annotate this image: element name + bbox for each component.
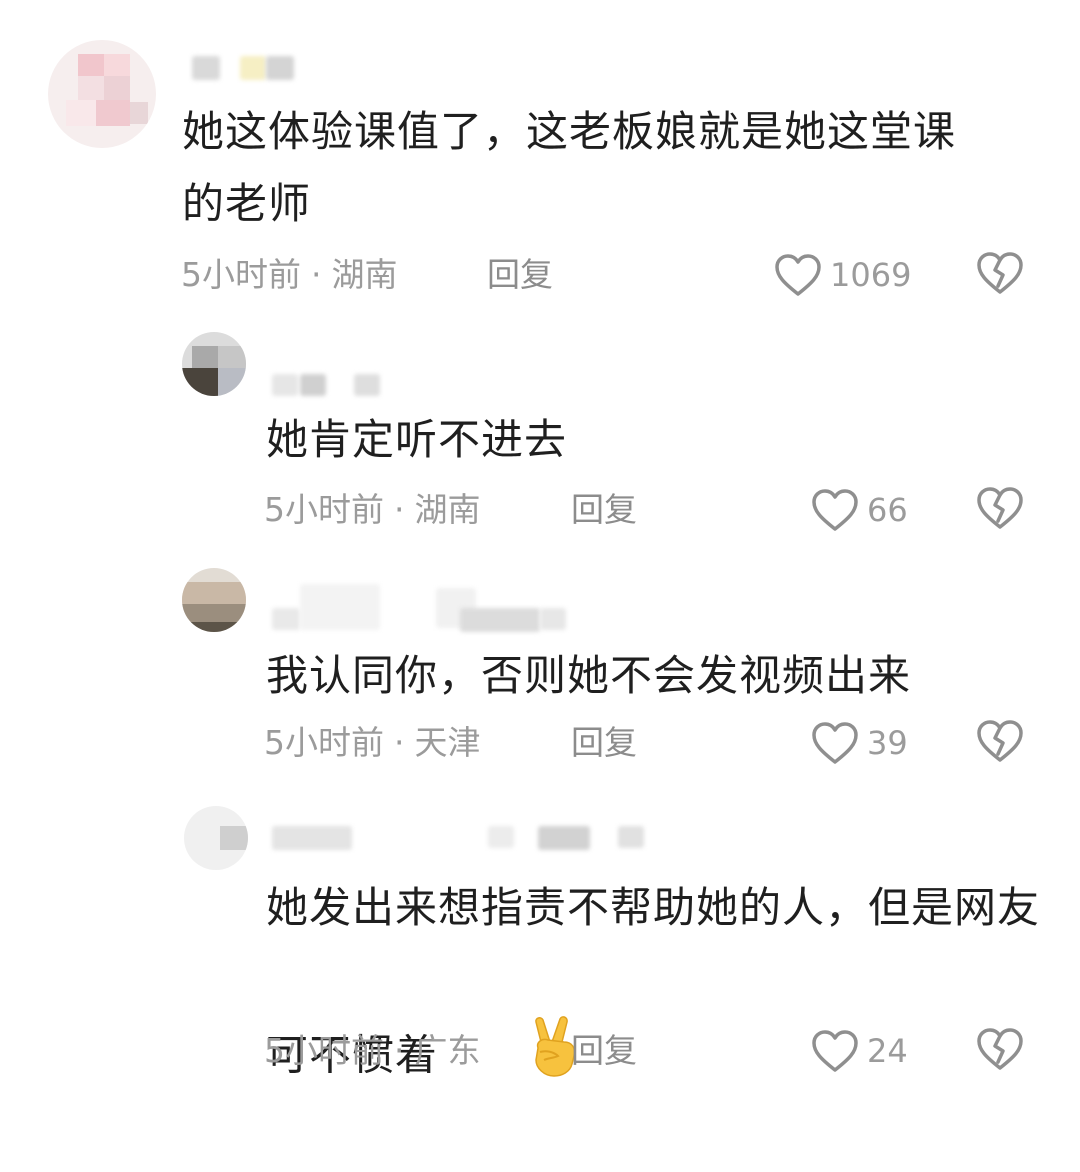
username-blurred[interactable] [272,584,572,632]
avatar[interactable] [184,806,248,870]
broken-heart-icon [976,486,1024,534]
meta-separator: · [394,490,405,529]
meta-separator: · [311,255,322,294]
username-blurred[interactable] [272,370,392,400]
dislike-button[interactable] [976,718,1024,768]
like-button[interactable]: 39 [811,718,908,768]
like-count: 24 [867,1032,908,1070]
comment-meta: 5小时前 · 天津 [264,718,481,768]
broken-heart-icon [976,1027,1024,1075]
comment-time: 5小时前 [264,723,384,762]
comment-location: 湖南 [331,255,398,294]
like-count: 39 [867,724,908,762]
comment-time: 5小时前 [181,255,301,294]
broken-heart-icon [976,251,1024,299]
like-count: 66 [867,491,908,529]
reply-button[interactable]: 回复 [571,1026,637,1076]
like-count: 1069 [830,256,912,294]
heart-outline-icon [811,1029,859,1073]
broken-heart-icon [976,719,1024,767]
dislike-button[interactable] [976,1026,1024,1076]
dislike-button[interactable] [976,485,1024,535]
comment-location: 湖南 [414,490,481,529]
like-button[interactable]: 1069 [774,250,911,300]
like-button[interactable]: 66 [811,485,908,535]
comment-text: 我认同你，否则她不会发视频出来 [266,651,912,700]
comment-time: 5小时前 [264,490,384,529]
meta-separator: · [394,1031,405,1070]
avatar[interactable] [182,568,246,632]
avatar[interactable] [48,40,156,148]
heart-outline-icon [811,488,859,532]
username-blurred[interactable] [192,54,312,84]
comment-text: 她发出来想指责不帮助她的人，但是网友可不惯着 [266,872,1046,1172]
comment-meta: 5小时前 · 湖南 [181,250,398,300]
dislike-button[interactable] [976,250,1024,300]
heart-outline-icon [774,253,822,297]
avatar[interactable] [182,332,246,396]
meta-separator: · [394,723,405,762]
heart-outline-icon [811,721,859,765]
reply-button[interactable]: 回复 [571,485,637,535]
comment-location: 广东 [414,1031,481,1070]
comment-time: 5小时前 [264,1031,384,1070]
comment-meta: 5小时前 · 湖南 [264,485,481,535]
comment-meta: 5小时前 · 广东 [264,1026,481,1076]
comment-text: 她这体验课值了，这老板娘就是她这堂课的老师 [182,107,957,228]
comment-location: 天津 [414,723,481,762]
username-blurred[interactable] [272,822,652,852]
comment-text: 她肯定听不进去 [266,415,568,464]
like-button[interactable]: 24 [811,1026,908,1076]
reply-button[interactable]: 回复 [487,250,553,300]
reply-button[interactable]: 回复 [571,718,637,768]
